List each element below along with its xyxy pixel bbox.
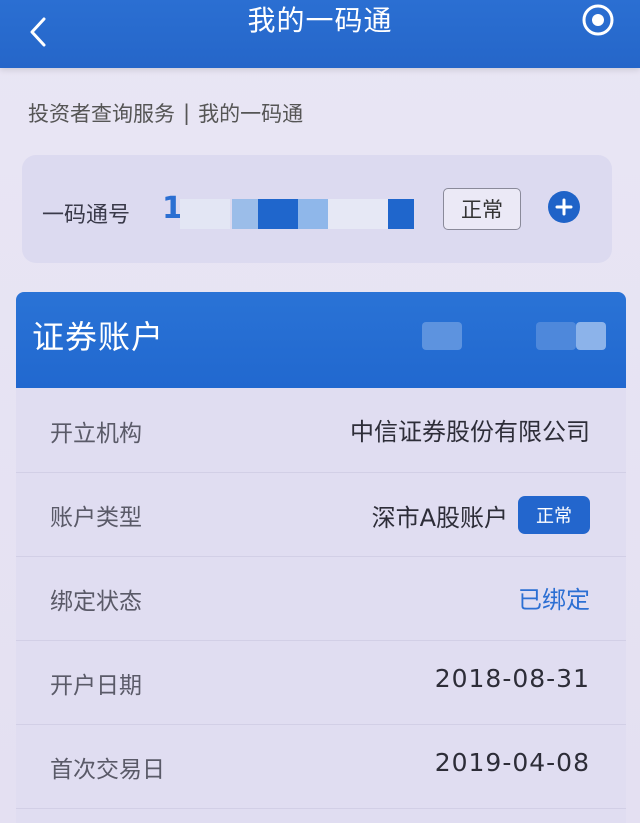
account-type: 深市A股账户 <box>371 503 508 532</box>
page-title: 我的一码通 <box>247 4 393 37</box>
nav-bar: 我的一码通 <box>0 0 640 68</box>
account-header: 证券账户 <box>16 292 626 388</box>
chevron-left-icon <box>30 17 46 47</box>
first-trade-date: 2019-04-08 <box>434 748 590 777</box>
row-label: 绑定状态 <box>50 589 142 615</box>
breadcrumb: 投资者查询服务 | 我的一码通 <box>28 98 303 128</box>
row-value: 2019-04-08 <box>435 748 590 777</box>
redaction-block <box>576 322 606 350</box>
breadcrumb-separator: | <box>183 101 191 125</box>
redaction-block <box>388 199 414 229</box>
row-value: 深市A股账户 正常 <box>372 496 590 534</box>
account-status-badge: 正常 <box>518 496 590 534</box>
redaction-block <box>232 199 258 229</box>
institution-name: 中信证券股份有限公司 <box>350 418 590 446</box>
yimatong-status-badge: 正常 <box>443 188 521 230</box>
back-button[interactable] <box>18 12 58 52</box>
redaction-block <box>536 322 576 350</box>
add-button[interactable] <box>548 191 580 223</box>
redaction-block <box>328 199 388 229</box>
plus-circle-icon <box>555 198 573 216</box>
redaction-block <box>180 199 230 229</box>
yimatong-card: 一码通号 1 正常 <box>22 155 612 263</box>
redaction-block <box>258 199 298 229</box>
account-row-open-date: 开户日期 2018-08-31 <box>16 640 626 725</box>
breadcrumb-current: 我的一码通 <box>198 102 304 126</box>
row-label: 开立机构 <box>50 421 142 447</box>
breadcrumb-parent[interactable]: 投资者查询服务 <box>28 98 175 128</box>
row-label: 开户日期 <box>50 673 142 699</box>
row-value: 已绑定 <box>518 580 590 615</box>
yimatong-label: 一码通号 <box>42 203 131 228</box>
account-row-type: 账户类型 深市A股账户 正常 <box>16 472 626 557</box>
binding-status-link[interactable]: 已绑定 <box>518 580 590 615</box>
row-label: 账户类型 <box>50 505 142 531</box>
securities-account-card: 证券账户 开立机构 中信证券股份有限公司 账户类型 深市A股账户 正常 绑定状态… <box>16 292 626 823</box>
row-value: 中信证券股份有限公司 <box>350 412 590 447</box>
account-title: 证券账户 <box>32 318 165 356</box>
account-row-institution: 开立机构 中信证券股份有限公司 <box>16 388 626 473</box>
row-label: 首次交易日 <box>50 757 165 783</box>
target-icon <box>582 4 614 36</box>
row-value: 2018-08-31 <box>435 664 590 693</box>
redaction-block <box>422 322 462 350</box>
redaction-block <box>298 199 328 229</box>
account-row-binding: 绑定状态 已绑定 <box>16 556 626 641</box>
target-button[interactable] <box>578 0 618 40</box>
account-row-first-trade: 首次交易日 2019-04-08 <box>16 724 626 809</box>
open-date: 2018-08-31 <box>434 664 590 693</box>
